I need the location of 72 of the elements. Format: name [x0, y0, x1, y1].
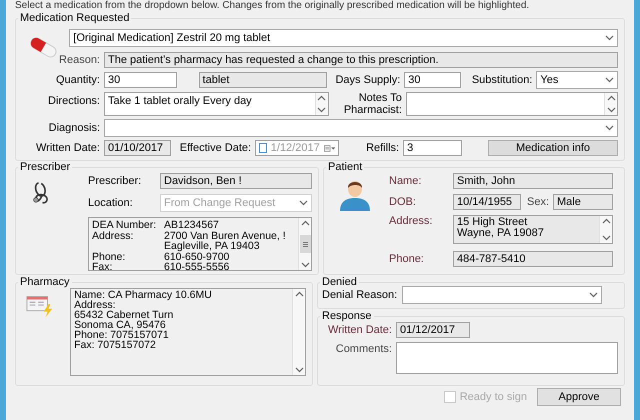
- prescriber-field[interactable]: Davidson, Ben !: [160, 173, 312, 189]
- approve-button[interactable]: Approve: [537, 388, 621, 406]
- pharmacy-detail-text: Address:: [74, 300, 116, 310]
- field-label: Prescriber:: [88, 174, 142, 188]
- scrollbar[interactable]: [604, 93, 617, 115]
- field-label: Address:: [389, 215, 434, 228]
- pharmacy-detail-text: Phone: 7075157071: [74, 330, 170, 340]
- written-date-field[interactable]: 01/10/2017: [104, 140, 172, 156]
- field-label: Notes To Pharmacist:: [342, 92, 402, 116]
- group-title: Prescriber: [19, 161, 72, 173]
- pharmacy-detail-text: Name: CA Pharmacy 10.6MU: [74, 290, 213, 300]
- field-label: Location:: [88, 196, 134, 210]
- scrollbar[interactable]: [292, 289, 305, 375]
- field-label: Written Date:: [327, 324, 393, 336]
- group-title: Denied: [321, 276, 358, 288]
- scrollbar[interactable]: [314, 93, 328, 115]
- quantity-field[interactable]: 30: [104, 72, 177, 88]
- field-label: Written Date:: [35, 142, 100, 154]
- comments-field[interactable]: [396, 342, 618, 374]
- pharmacy-card-icon: [26, 294, 54, 318]
- days-supply-field[interactable]: 30: [404, 72, 462, 88]
- detail-label: DEA Number:: [92, 220, 158, 230]
- detail-value: AB1234567: [164, 220, 219, 230]
- medication-dropdown[interactable]: [Original Medication] Zestril 20 mg tablet: [69, 29, 618, 47]
- scrollbar-thumb[interactable]: [300, 235, 310, 253]
- field-label: Refills:: [365, 142, 400, 154]
- sex-field[interactable]: Male: [553, 194, 613, 210]
- field-label: Effective Date:: [178, 142, 252, 154]
- patient-phone-field[interactable]: 484-787-5410: [453, 251, 613, 267]
- detail-value: 2700 Van Buren Avenue, !: [164, 230, 286, 241]
- group-title: Patient: [327, 161, 364, 173]
- group-title: Pharmacy: [19, 276, 71, 288]
- date-checkbox[interactable]: [259, 143, 267, 153]
- medication-info-button[interactable]: Medication info: [488, 140, 618, 156]
- pharmacy-detail-text: Sonoma CA, 95476: [74, 320, 166, 330]
- reason-field[interactable]: The patient’s pharmacy has requested a change to this prescription.: [104, 52, 618, 68]
- detail-label: Address:: [92, 230, 134, 241]
- field-label: DOB:: [389, 196, 417, 208]
- response-written-date-field[interactable]: 01/12/2017: [396, 322, 470, 338]
- pharmacy-detail-text: Fax: 7075157072: [74, 340, 157, 350]
- field-label: Quantity:: [54, 74, 100, 86]
- field-label: Sex:: [526, 196, 550, 208]
- detail-label: Fax:: [92, 262, 114, 272]
- scrollbar[interactable]: [599, 216, 612, 243]
- pharmacy-detail-text: 65432 Cabernet Turn: [74, 310, 174, 320]
- notes-field[interactable]: [406, 92, 618, 116]
- instruction-text: Select a medication from the dropdown below. Changes from the originally prescribed medication will be highlighted.: [15, 0, 530, 12]
- detail-value: 610-555-5556: [164, 262, 230, 272]
- detail-value: Eagleville, PA 19403: [164, 241, 260, 252]
- group-title: Medication Requested: [19, 12, 130, 24]
- patient-name-field[interactable]: Smith, John: [453, 173, 613, 189]
- field-label: Denial Reason:: [322, 288, 398, 302]
- group-title: Response: [321, 310, 373, 322]
- field-label: Days Supply:: [334, 74, 400, 86]
- field-label: Reason:: [58, 54, 100, 66]
- ready-to-sign-label: Ready to sign: [460, 390, 527, 405]
- calendar-icon[interactable]: [324, 144, 336, 152]
- refills-field[interactable]: 3: [403, 140, 462, 156]
- substitution-dropdown[interactable]: Yes: [536, 71, 618, 89]
- unit-field[interactable]: tablet: [198, 72, 328, 88]
- field-label: Phone:: [389, 252, 425, 266]
- detail-value: 610-650-9700: [164, 252, 230, 262]
- field-label: Comments:: [334, 343, 393, 356]
- dob-field[interactable]: 10/14/1955: [453, 194, 521, 210]
- field-label: Diagnosis:: [48, 122, 100, 134]
- scrollbar[interactable]: [298, 218, 311, 270]
- field-label: Name:: [389, 174, 422, 188]
- patient-address-field[interactable]: 15 High Street Wayne, PA 19087: [453, 215, 613, 244]
- field-label: Substitution:: [470, 74, 532, 86]
- detail-label: Phone:: [92, 252, 126, 262]
- directions-field[interactable]: Take 1 tablet orally Every day: [104, 92, 329, 116]
- field-label: Directions:: [47, 95, 100, 108]
